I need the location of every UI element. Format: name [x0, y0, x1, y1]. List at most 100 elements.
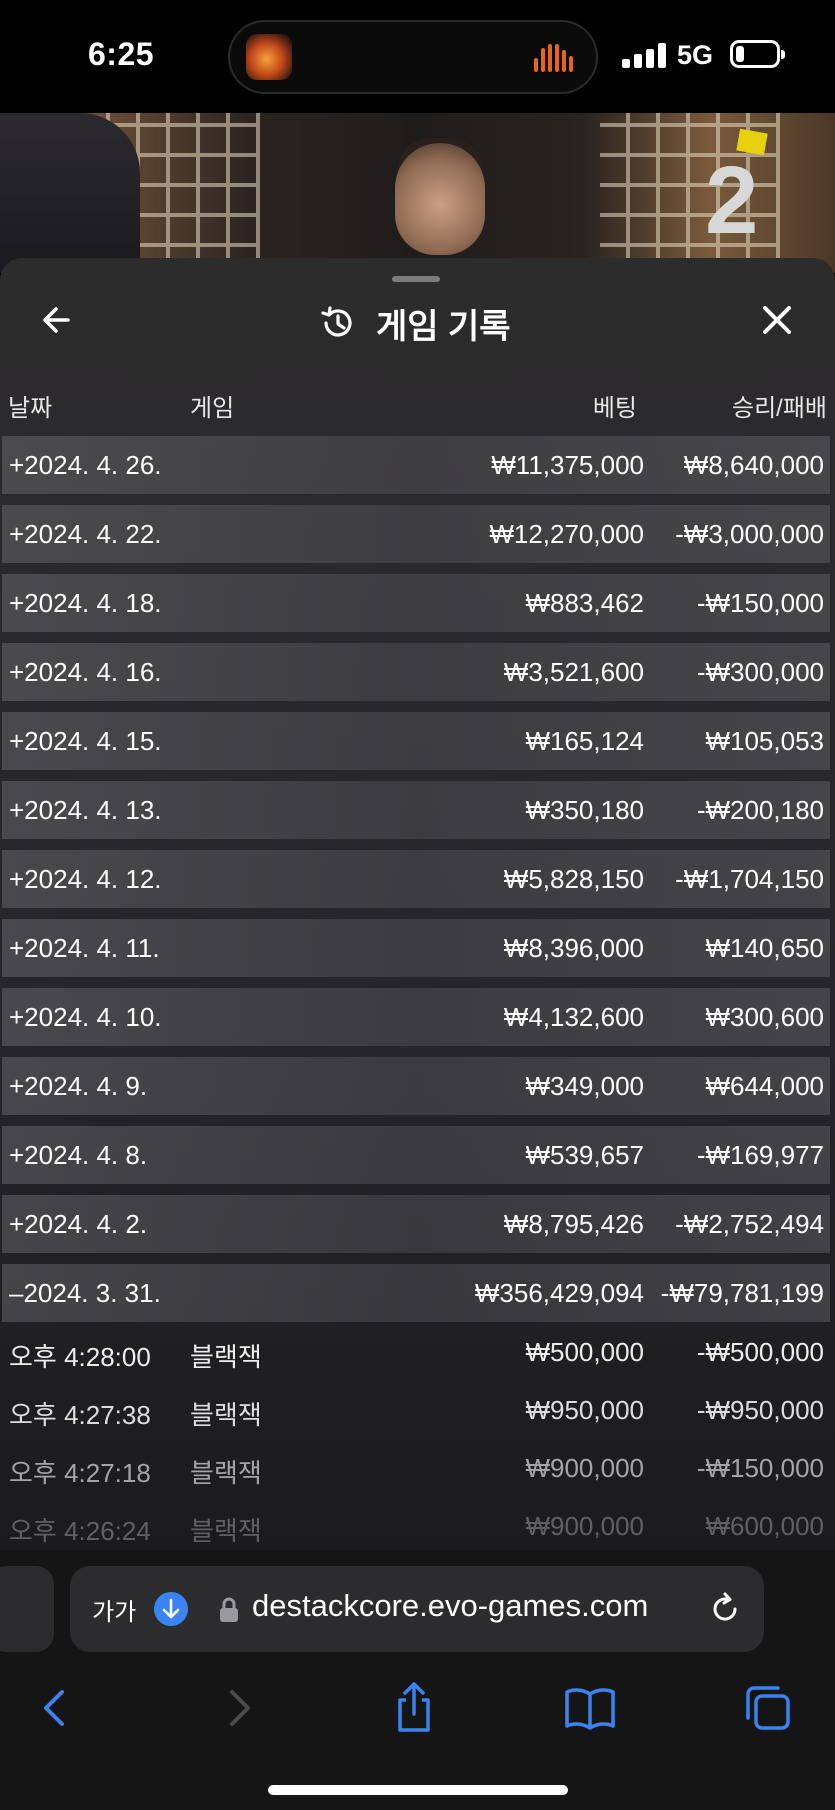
status-time: 6:25 — [88, 36, 155, 72]
row-bet: ₩4,132,600 — [503, 1002, 644, 1032]
column-header-date: 날짜 — [8, 395, 53, 422]
person-left-image — [0, 113, 140, 273]
row-date: +2024. 4. 26. — [9, 450, 162, 480]
row-date: +2024. 4. 13. — [9, 795, 162, 825]
row-bet: ₩356,429,094 — [474, 1278, 644, 1308]
row-result: -₩3,000,000 — [675, 519, 824, 549]
row-date: +2024. 4. 16. — [9, 657, 162, 687]
history-round-row[interactable]: 오후 4:26:24 블랙잭 ₩900,000 ₩600,000 — [2, 1499, 830, 1550]
download-icon[interactable] — [154, 1592, 188, 1626]
row-result: ₩105,053 — [705, 726, 824, 756]
history-day-row[interactable]: +2024. 4. 26. ₩11,375,000 ₩8,640,000 — [2, 436, 830, 494]
cellular-signal-icon — [622, 42, 666, 68]
row-bet: ₩12,270,000 — [489, 519, 644, 549]
round-result: -₩150,000 — [696, 1453, 824, 1483]
dynamic-island[interactable] — [228, 20, 598, 94]
round-result: -₩950,000 — [696, 1395, 824, 1425]
history-day-row[interactable]: +2024. 4. 12. ₩5,828,150 -₩1,704,150 — [2, 850, 830, 908]
history-day-row[interactable]: +2024. 4. 18. ₩883,462 -₩150,000 — [2, 574, 830, 632]
page-settings-button[interactable]: 가가 — [92, 1592, 136, 1627]
row-result: ₩140,650 — [705, 933, 824, 963]
back-arrow-icon[interactable] — [38, 300, 78, 340]
round-result: -₩500,000 — [696, 1337, 824, 1367]
round-game: 블랙잭 — [190, 1516, 262, 1546]
row-result: -₩150,000 — [696, 588, 824, 618]
lock-icon — [220, 1597, 238, 1622]
row-date: +2024. 4. 18. — [9, 588, 162, 618]
round-time: 오후 4:27:18 — [9, 1458, 151, 1488]
close-icon[interactable] — [757, 300, 797, 340]
row-bet: ₩8,396,000 — [503, 933, 644, 963]
column-header-result: 승리/패배 — [732, 395, 827, 422]
round-bet: ₩500,000 — [525, 1337, 644, 1367]
history-round-row[interactable]: 오후 4:28:00 블랙잭 ₩500,000 -₩500,000 — [2, 1325, 830, 1381]
history-day-row[interactable]: +2024. 4. 8. ₩539,657 -₩169,977 — [2, 1126, 830, 1184]
history-day-row[interactable]: +2024. 4. 15. ₩165,124 ₩105,053 — [2, 712, 830, 770]
row-date: +2024. 4. 15. — [9, 726, 162, 756]
browser-toolbar: 가가 destackcore.evo-games.com — [0, 1550, 835, 1810]
row-result: ₩8,640,000 — [683, 450, 824, 480]
row-bet: ₩165,124 — [525, 726, 644, 756]
round-game: 블랙잭 — [190, 1400, 262, 1430]
row-bet: ₩539,657 — [525, 1140, 644, 1170]
url-text: destackcore.evo-games.com — [252, 1588, 649, 1623]
row-result: -₩300,000 — [696, 657, 824, 687]
audio-waveform-icon — [534, 44, 576, 72]
row-result: -₩2,752,494 — [675, 1209, 824, 1239]
reload-icon[interactable] — [706, 1590, 744, 1628]
row-date: +2024. 4. 10. — [9, 1002, 162, 1032]
history-day-row[interactable]: +2024. 4. 11. ₩8,396,000 ₩140,650 — [2, 919, 830, 977]
live-activity-app-icon — [246, 34, 292, 80]
column-header-game: 게임 — [190, 395, 235, 422]
row-bet: ₩8,795,426 — [503, 1209, 644, 1239]
row-bet: ₩3,521,600 — [503, 657, 644, 687]
row-result: ₩644,000 — [705, 1071, 824, 1101]
round-bet: ₩900,000 — [525, 1453, 644, 1483]
history-day-row[interactable]: +2024. 4. 13. ₩350,180 -₩200,180 — [2, 781, 830, 839]
network-type: 5G — [677, 40, 714, 70]
history-round-row[interactable]: 오후 4:27:18 블랙잭 ₩900,000 -₩150,000 — [2, 1441, 830, 1497]
row-bet: ₩350,180 — [525, 795, 644, 825]
row-bet: ₩11,375,000 — [491, 450, 644, 480]
forward-nav-icon[interactable] — [210, 1680, 266, 1736]
status-bar: 6:25 5G — [0, 0, 835, 113]
row-result: -₩79,781,199 — [660, 1278, 824, 1308]
dealer-image — [395, 143, 485, 255]
battery-icon — [730, 40, 785, 68]
column-header-bet: 베팅 — [592, 395, 637, 422]
row-date: –2024. 3. 31. — [9, 1278, 161, 1308]
previous-tab-preview[interactable] — [0, 1566, 54, 1652]
history-day-row[interactable]: +2024. 4. 9. ₩349,000 ₩644,000 — [2, 1057, 830, 1115]
row-bet: ₩349,000 — [525, 1071, 644, 1101]
tabs-icon[interactable] — [740, 1680, 796, 1736]
row-result: -₩200,180 — [696, 795, 824, 825]
history-day-row[interactable]: –2024. 3. 31. ₩356,429,094 -₩79,781,199 — [2, 1264, 830, 1322]
row-date: +2024. 4. 9. — [9, 1071, 148, 1101]
row-date: +2024. 4. 2. — [9, 1209, 148, 1239]
round-bet: ₩950,000 — [525, 1395, 644, 1425]
history-day-row[interactable]: +2024. 4. 16. ₩3,521,600 -₩300,000 — [2, 643, 830, 701]
row-result: -₩169,977 — [696, 1140, 824, 1170]
history-round-row[interactable]: 오후 4:27:38 블랙잭 ₩950,000 -₩950,000 — [2, 1383, 830, 1439]
round-game: 블랙잭 — [190, 1342, 262, 1372]
address-bar[interactable]: 가가 destackcore.evo-games.com — [70, 1566, 764, 1652]
history-icon — [321, 306, 352, 337]
row-bet: ₩5,828,150 — [503, 864, 644, 894]
home-indicator[interactable] — [268, 1785, 568, 1795]
panel-title: 게임 기록 — [376, 307, 511, 346]
row-date: +2024. 4. 22. — [9, 519, 162, 549]
row-date: +2024. 4. 12. — [9, 864, 162, 894]
history-day-row[interactable]: +2024. 4. 22. ₩12,270,000 -₩3,000,000 — [2, 505, 830, 563]
round-bet: ₩900,000 — [525, 1511, 644, 1541]
row-date: +2024. 4. 8. — [9, 1140, 148, 1170]
row-result: ₩300,600 — [705, 1002, 824, 1032]
history-day-row[interactable]: +2024. 4. 2. ₩8,795,426 -₩2,752,494 — [2, 1195, 830, 1253]
share-icon[interactable] — [386, 1680, 442, 1736]
row-date: +2024. 4. 11. — [9, 933, 160, 963]
round-time: 오후 4:26:24 — [9, 1516, 151, 1546]
sheet-grabber[interactable] — [392, 276, 440, 282]
history-day-row[interactable]: +2024. 4. 10. ₩4,132,600 ₩300,600 — [2, 988, 830, 1046]
bookmarks-icon[interactable] — [562, 1680, 618, 1736]
round-time: 오후 4:28:00 — [9, 1342, 151, 1372]
back-nav-icon[interactable] — [28, 1680, 84, 1736]
